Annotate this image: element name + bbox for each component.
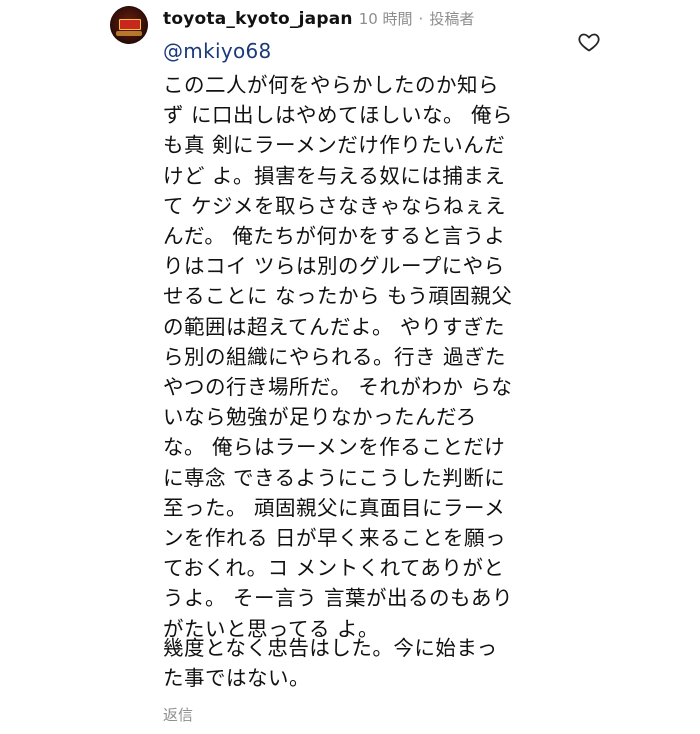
comment-time: 10 時間 (358, 10, 413, 28)
comment-line: せることに なったから もう頑固親父 (163, 284, 513, 309)
comment-line: 幾度となく忠告はした。今に始まっ (163, 636, 498, 660)
comment-line: ず に口出しはやめてほしいな。 俺ら (163, 103, 514, 128)
author-badge: 投稿者 (429, 10, 475, 28)
comment-thread-item: toyota_kyoto_japan 10 時間 · 投稿者 @mkiyo68 … (0, 0, 700, 734)
comment-line: 至った。 頑固親父に真面目にラーメ (163, 495, 506, 520)
comment-line: も真 剣にラーメンだけ作りたいんだ (163, 133, 506, 158)
comment-line: な。 俺らはラーメンを作ることだけ (163, 435, 506, 460)
mention-link[interactable]: @mkiyo68 (163, 39, 272, 63)
meta-separator: · (418, 10, 424, 28)
comment-header: toyota_kyoto_japan 10 時間 · 投稿者 (163, 8, 474, 30)
comment-line: この二人が何をやらかしたのか知ら (163, 73, 499, 97)
lantern-glow-icon (116, 31, 142, 36)
comment-line: た事ではない。 (163, 666, 310, 691)
comment-line: やつの行き場所だ。 それがわか らな (163, 375, 513, 400)
comment-line: りはコイ ツらは別のグループにやら (163, 254, 505, 279)
shop-sign-icon (119, 19, 141, 30)
comment-line: うよ。 そー言う 言葉が出るのもあり (163, 586, 514, 611)
reply-button[interactable]: 返信 (163, 704, 193, 725)
comment-body: この二人が何をやらかしたのか知らず に口出しはやめてほしいな。 俺ら も真 剣にラ… (163, 70, 573, 644)
comment-body-paragraph-2: 幾度となく忠告はした。今に始まっ た事ではない。 (163, 633, 573, 693)
heart-icon[interactable] (577, 30, 601, 54)
comment-line: いなら勉強が足りなかったんだろ (163, 405, 477, 430)
avatar[interactable] (110, 6, 148, 44)
comment-line: の範囲は超えてんだよ。 やりすぎた (163, 314, 505, 339)
username-link[interactable]: toyota_kyoto_japan (163, 9, 353, 29)
comment-line: に専念 できるようにこうした判断に (163, 465, 506, 490)
comment-line: て ケジメを取らさなきゃならねぇえ (163, 193, 507, 218)
comment-line: んだ。 俺たちが何かをすると言うよ (163, 224, 506, 249)
comment-line: ンを作れる 日が早く来ることを願っ (163, 526, 507, 551)
comment-line: ておくれ。コ メントくれてありがと (163, 556, 505, 581)
comment-line: けど よ。損害を与える奴には捕まえ (163, 163, 506, 188)
comment-line: ら別の組織にやられる。行き 過ぎた (163, 344, 507, 369)
